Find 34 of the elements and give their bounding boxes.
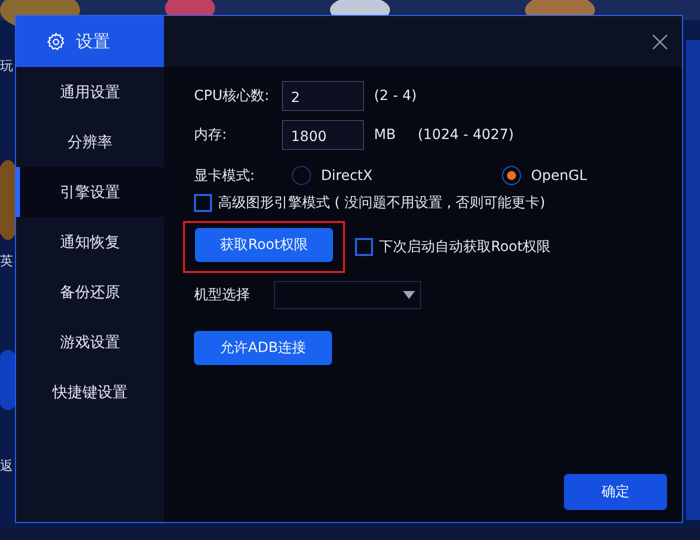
edge-label: 返 [0,460,13,473]
root-button[interactable]: 获取Root权限 [195,228,333,262]
field-label: 显卡模式: [194,166,256,184]
range-text: (2 - 4) [374,88,417,104]
sidebar-item[interactable]: 引擎设置 [16,167,164,217]
radio-button[interactable] [502,166,521,185]
sidebar-item[interactable]: 通用设置 [16,67,164,117]
settings-icon [46,32,66,52]
radio-label: DirectX [321,168,373,184]
radio-button[interactable] [292,166,311,185]
unit-text: MB [374,127,396,143]
adb-button[interactable]: 允许ADB连接 [194,331,332,365]
checkbox[interactable] [355,238,373,256]
caret-icon [403,291,415,299]
checkbox-label: 下次启动自动获取Root权限 [379,238,551,256]
field-label: 机型选择 [194,286,251,304]
input-field[interactable]: 1800 [282,120,364,150]
edge-label: 玩 [0,60,13,73]
edge-label: 英 [0,255,13,268]
checkbox-label: 高级图形引擎模式 ( 没问题不用设置 , 否则可能更卡) [218,194,546,212]
sidebar-item[interactable]: 分辨率 [16,117,164,167]
field-label: CPU核心数: [194,87,270,105]
window-title: 设置 [76,31,110,53]
range-text: (1024 - 4027) [418,127,514,143]
sidebar-item[interactable]: 通知恢复 [16,217,164,267]
close-icon[interactable] [652,34,668,50]
ok-button[interactable]: 确定 [564,474,667,510]
radio-label: OpenGL [531,168,588,184]
input-field[interactable]: 2 [282,81,364,111]
sidebar-item[interactable]: 备份还原 [16,267,164,317]
sidebar-item[interactable]: 快捷键设置 [16,367,164,417]
checkbox[interactable] [194,194,212,212]
field-label: 内存: [194,126,228,144]
sidebar-item[interactable]: 游戏设置 [16,317,164,367]
